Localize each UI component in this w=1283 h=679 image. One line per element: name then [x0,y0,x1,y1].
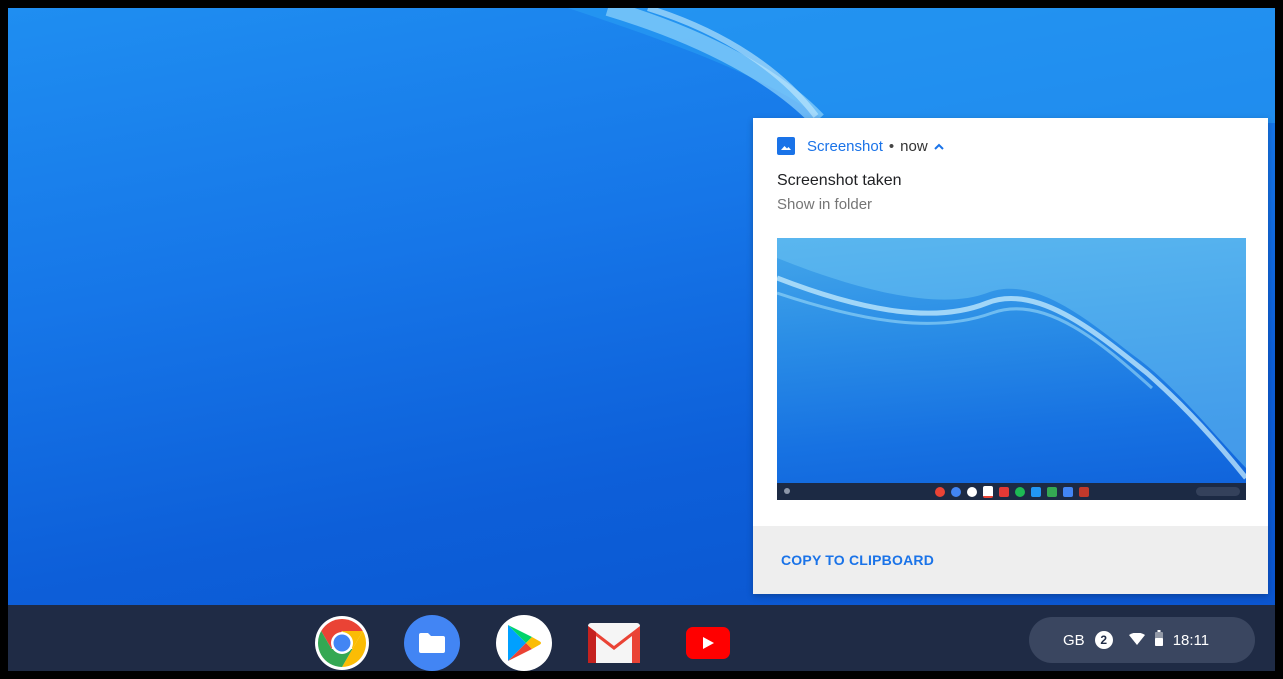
preview-files-icon [950,486,961,497]
preview-wallpaper [777,238,1246,480]
preview-tray [1196,487,1240,496]
youtube-icon[interactable] [680,615,736,671]
notification-time: now [900,137,928,155]
keyboard-layout: GB [1063,631,1085,649]
shelf: GB 2 18:11 [8,605,1275,671]
preview-youtube-icon [998,486,1009,497]
notification-app-name: Screenshot [807,137,883,155]
notification-header: Screenshot • now [777,136,944,156]
preview-app-icon [1030,486,1041,497]
preview-chrome-icon [934,486,945,497]
wifi-icon [1128,632,1145,649]
preview-play-icon [966,486,977,497]
chevron-up-icon[interactable] [933,139,944,153]
screenshot-preview[interactable] [777,238,1246,500]
gmail-icon[interactable] [586,615,642,671]
show-in-folder-link[interactable]: Show in folder [777,196,872,213]
desktop: Screenshot • now Screenshot taken Show i… [8,8,1275,671]
copy-to-clipboard-button[interactable]: COPY TO CLIPBOARD [781,552,934,568]
image-icon [777,137,795,155]
battery-icon [1154,630,1163,650]
preview-app-icon [1062,486,1073,497]
chrome-icon[interactable] [314,615,370,671]
notification-count-badge: 2 [1094,631,1113,649]
screenshot-notification[interactable]: Screenshot • now Screenshot taken Show i… [753,118,1268,594]
preview-gmail-icon [982,485,993,498]
preview-app-icon [1046,486,1057,497]
notification-title: Screenshot taken [777,172,902,189]
files-icon[interactable] [404,615,460,671]
preview-spotify-icon [1014,486,1025,497]
preview-shelf [777,483,1246,500]
play-store-icon[interactable] [496,615,552,671]
clock: 18:11 [1172,631,1210,649]
status-tray[interactable]: GB 2 18:11 [1029,617,1255,663]
preview-launcher-dot [784,488,790,494]
notification-actions: COPY TO CLIPBOARD [753,526,1268,594]
header-separator: • [888,137,895,155]
preview-app-icon [1078,486,1089,497]
